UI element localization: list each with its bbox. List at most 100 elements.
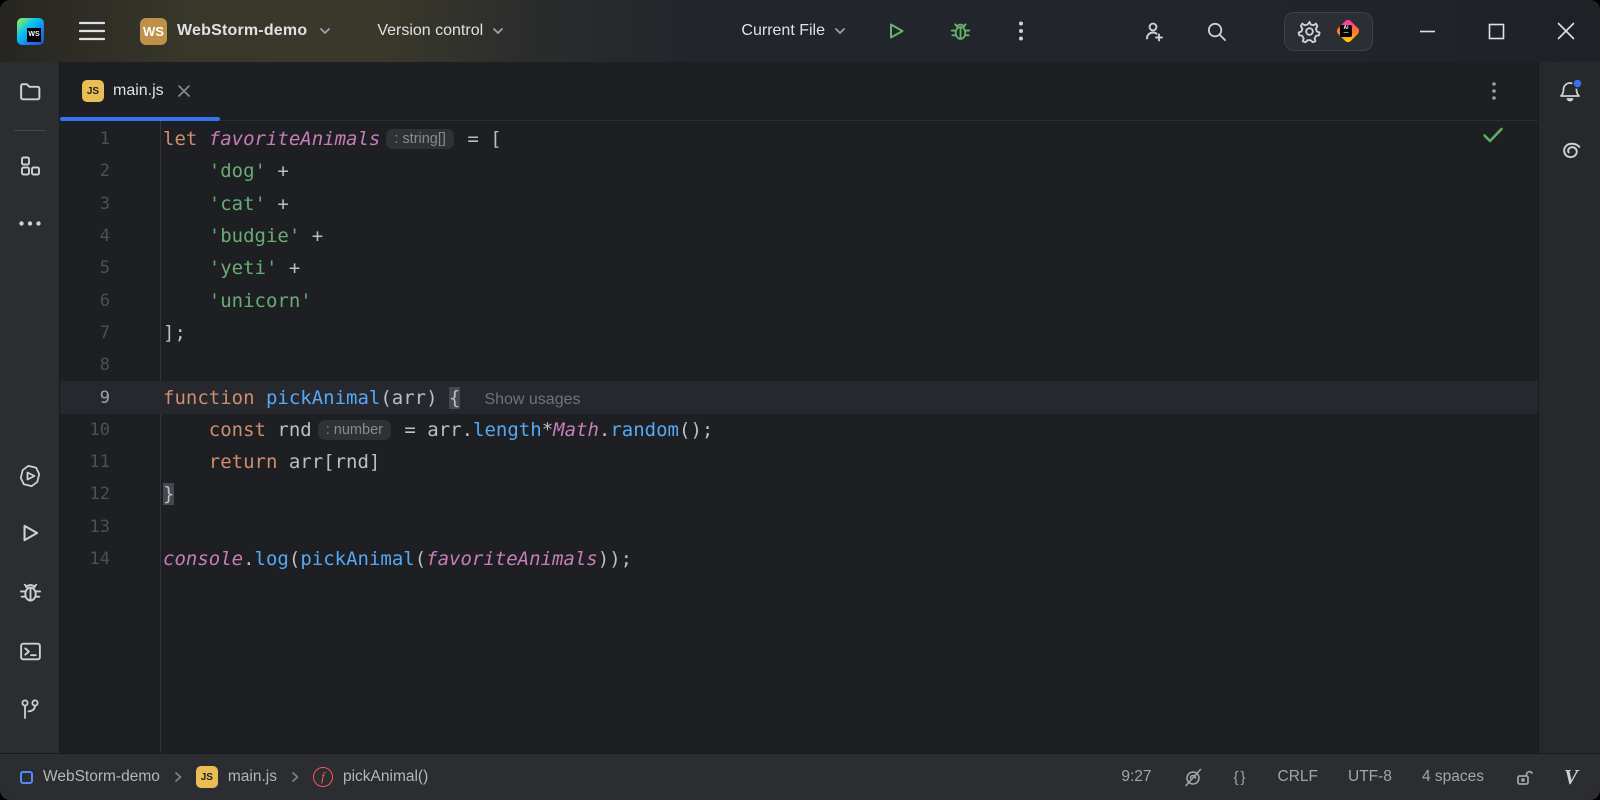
notification-badge: [1572, 78, 1583, 89]
close-tab-icon: [177, 85, 190, 97]
code-token: Math: [553, 418, 599, 441]
add-user-icon: [1146, 22, 1163, 42]
code-line[interactable]: 11 return arr[rnd]: [60, 446, 1538, 478]
code-text: }: [163, 483, 175, 506]
close-tab-button[interactable]: [177, 84, 191, 98]
breadcrumb-project-label: WebStorm-demo: [43, 768, 160, 785]
code-text: const rnd: number = arr.length*Math.rand…: [163, 418, 714, 441]
code-line[interactable]: 13: [60, 511, 1538, 543]
code-token: ));: [597, 548, 633, 570]
webstorm-app-icon-label: WS: [27, 27, 41, 42]
code-line[interactable]: 7];: [60, 317, 1538, 349]
debug-icon: [950, 22, 970, 40]
code-line[interactable]: 2 'dog' +: [60, 155, 1538, 187]
code-lines: 1 let favoriteAnimals: string[] = [2 'dog…: [60, 123, 1538, 575]
code-line[interactable]: 10 const rnd: number = arr.length*Math.r…: [60, 414, 1538, 446]
git-tool-button[interactable]: [10, 689, 50, 729]
debug-button[interactable]: [940, 11, 980, 51]
run-button[interactable]: [876, 11, 916, 51]
code-token: log: [254, 548, 289, 570]
code-line[interactable]: 3 'cat' +: [60, 188, 1538, 220]
maximize-button[interactable]: [1462, 11, 1531, 51]
ai-assistant-tool-button[interactable]: [1550, 130, 1590, 170]
project-tool-button[interactable]: [10, 71, 50, 111]
stripe-divider: [14, 130, 46, 131]
run-tool-button[interactable]: [10, 513, 50, 553]
code-token: *: [541, 418, 554, 441]
more-horizontal-icon: [19, 220, 41, 226]
line-number: 4: [99, 226, 110, 247]
code-editor[interactable]: 1 let favoriteAnimals: string[] = [2 'dog…: [60, 121, 1538, 753]
code-token: 'unicorn': [208, 289, 312, 312]
editor-options-button[interactable]: [1492, 62, 1496, 120]
code-token: 'yeti': [208, 257, 278, 280]
code-text: let favoriteAnimals: string[] = [: [163, 128, 502, 150]
caret-position-widget[interactable]: 9:27: [1121, 768, 1151, 786]
notifications-button[interactable]: [1550, 72, 1590, 112]
ai-assistant-swirl-icon: [1562, 142, 1580, 158]
run-configuration-widget[interactable]: Current File: [741, 22, 848, 40]
line-ending-widget[interactable]: CRLF: [1278, 768, 1318, 786]
ideavim-widget[interactable]: V: [1564, 765, 1578, 790]
line-number: 13: [89, 516, 110, 537]
breadcrumb-project[interactable]: WebStorm-demo: [20, 768, 160, 786]
indent-widget[interactable]: 4 spaces: [1422, 768, 1484, 786]
inspections-widget[interactable]: [1482, 126, 1504, 144]
git-branch-icon: [21, 699, 39, 719]
code-line[interactable]: 12}: [60, 478, 1538, 510]
code-line[interactable]: 6 'unicorn': [60, 284, 1538, 316]
code-line[interactable]: 9 function pickAnimal(arr) {Show usages: [60, 381, 1538, 414]
code-line[interactable]: 8: [60, 349, 1538, 381]
webstorm-app-icon[interactable]: WS: [17, 17, 44, 45]
ai-assistant-logo-text: AI —: [1340, 25, 1352, 37]
encoding-widget[interactable]: UTF-8: [1348, 768, 1392, 786]
code-token: pickAnimal: [300, 548, 415, 570]
code-token: ];: [163, 321, 186, 344]
code-line[interactable]: 4 'budgie' +: [60, 220, 1538, 252]
line-number: 14: [89, 549, 110, 569]
show-usages-hint[interactable]: Show usages: [484, 391, 580, 408]
tab-main-js[interactable]: JS main.js: [60, 62, 220, 121]
code-line[interactable]: 5 'yeti' +: [60, 252, 1538, 284]
ai-assistant-logo-button[interactable]: AI —: [1335, 18, 1361, 44]
services-tool-button[interactable]: [10, 456, 50, 496]
code-style-widget[interactable]: {}: [1234, 769, 1248, 786]
code-text: 'budgie' +: [163, 225, 323, 247]
code-line[interactable]: 1 let favoriteAnimals: string[] = [: [60, 123, 1538, 155]
more-vertical-icon: [1492, 82, 1496, 100]
js-file-icon: JS: [195, 766, 218, 788]
inlay-type-hint: : number: [317, 419, 391, 440]
structure-tool-button[interactable]: [10, 146, 50, 186]
breadcrumb-separator: [289, 771, 301, 783]
code-token: +: [277, 257, 301, 280]
code-token: 'budgie': [208, 225, 301, 248]
vcs-widget[interactable]: Version control: [377, 22, 506, 40]
tab-bar: JS main.js: [60, 62, 1538, 121]
play-icon: [23, 524, 39, 542]
readonly-toggle-widget[interactable]: [1514, 767, 1534, 787]
breadcrumb-symbol[interactable]: f pickAnimal(): [312, 767, 428, 787]
close-window-button[interactable]: [1531, 11, 1600, 51]
inlay-type-hint: : string[]: [386, 129, 454, 150]
breadcrumb-file[interactable]: JS main.js: [195, 766, 277, 788]
terminal-tool-button[interactable]: [10, 631, 50, 671]
code-line[interactable]: 14 console.log(pickAnimal(favoriteAnimals…: [60, 543, 1538, 575]
highlighting-level-widget[interactable]: [1182, 766, 1204, 788]
more-actions-button[interactable]: [1004, 11, 1038, 51]
code-token: +: [265, 192, 289, 215]
settings-button[interactable]: [1297, 19, 1322, 44]
line-number: 10: [89, 419, 110, 440]
debug-tool-button[interactable]: [10, 572, 50, 612]
code-token: favoriteAnimals: [208, 128, 381, 151]
more-tool-windows-button[interactable]: [10, 203, 50, 243]
search-everywhere-button[interactable]: [1196, 11, 1236, 51]
structure-icon: [21, 156, 40, 176]
code-text: ];: [163, 322, 186, 344]
project-widget[interactable]: WS WebStorm-demo: [140, 17, 333, 45]
breadcrumb-separator: [172, 771, 184, 783]
minimize-button[interactable]: [1393, 11, 1462, 51]
code-with-me-button[interactable]: [1134, 11, 1174, 51]
main-menu-button[interactable]: [72, 11, 112, 51]
